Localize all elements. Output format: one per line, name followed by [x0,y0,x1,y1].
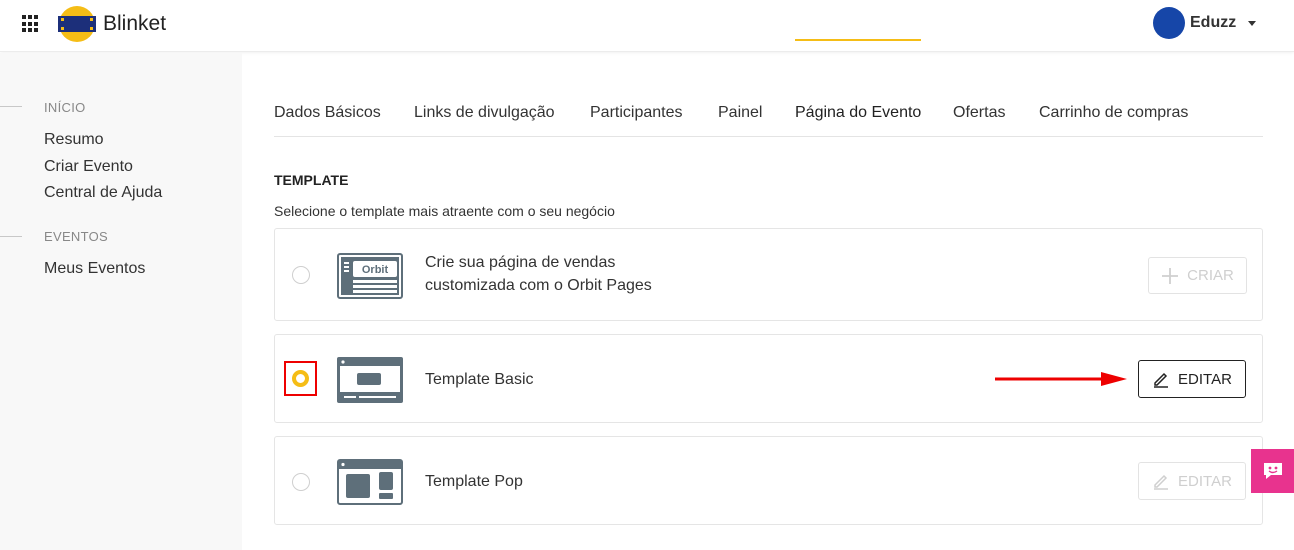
user-name: Eduzz [1190,14,1237,31]
template-orbit-line1: Crie sua página de vendas [425,254,616,271]
template-pop-icon [337,459,403,505]
orbit-thumb-label: Orbit [362,264,389,276]
editar-button-basic-label: EDITAR [1178,370,1232,388]
tab-pagina-do-evento[interactable]: Página do Evento [795,104,921,122]
sidebar-divider [0,236,22,237]
user-menu[interactable]: Eduzz [1153,7,1257,39]
radio-selected-indicator [292,370,309,387]
avatar[interactable] [1153,7,1185,39]
sidebar-heading-eventos: EVENTOS [44,229,108,244]
section-subtitle: Selecione o template mais atraente com o… [274,203,615,219]
annotation-arrow-icon [995,372,1127,386]
template-radio-basic-selected[interactable] [284,361,317,396]
sidebar-divider [0,106,22,107]
sidebar-heading-inicio: INÍCIO [44,100,86,115]
sidebar-item-resumo[interactable]: Resumo [44,131,104,149]
active-tab-indicator [795,39,921,41]
template-basic-icon [337,357,403,403]
apps-grid-icon[interactable] [22,15,40,33]
template-pop-label: Template Pop [425,473,523,490]
editar-button-basic[interactable]: EDITAR [1138,360,1246,398]
tab-carrinho-de-compras[interactable]: Carrinho de compras [1039,104,1188,122]
template-orbit-line2: customizada com o Orbit Pages [425,277,652,294]
brand-name[interactable]: Blinket [103,12,166,36]
sidebar-item-criar-evento[interactable]: Criar Evento [44,158,133,176]
chat-face-icon [1263,463,1282,479]
chevron-down-icon[interactable] [1248,20,1257,26]
top-header: Blinket Eduzz [0,0,1294,52]
editar-button-pop-label: EDITAR [1178,472,1232,490]
template-orbit-description: Crie sua página de vendas customizada co… [425,251,652,297]
template-radio-pop[interactable] [292,473,310,491]
template-radio-orbit[interactable] [292,266,310,284]
criar-button[interactable]: CRIAR [1148,257,1247,294]
blinket-logo-icon [58,6,96,42]
tab-painel[interactable]: Painel [718,104,762,122]
section-title: TEMPLATE [274,172,349,188]
criar-button-label: CRIAR [1187,267,1234,284]
sidebar: INÍCIO Resumo Criar Evento Central de Aj… [0,53,242,550]
pencil-icon [1152,472,1170,490]
tab-participantes[interactable]: Participantes [590,104,683,122]
template-card-orbit: Orbit Crie sua página de vendas customiz… [274,228,1263,321]
plus-icon [1161,267,1179,285]
sidebar-item-central-de-ajuda[interactable]: Central de Ajuda [44,184,162,202]
tab-dados-basicos[interactable]: Dados Básicos [274,104,381,122]
tab-links-de-divulgacao[interactable]: Links de divulgação [414,104,555,122]
event-tabs: Dados Básicos Links de divulgação Partic… [274,96,1263,137]
sidebar-item-meus-eventos[interactable]: Meus Eventos [44,260,145,278]
pencil-icon [1152,370,1170,388]
orbit-pages-icon: Orbit [337,253,403,299]
template-basic-label: Template Basic [425,371,534,388]
editar-button-pop[interactable]: EDITAR [1138,462,1246,500]
chat-widget-button[interactable] [1251,449,1294,493]
template-card-pop: Template Pop EDITAR [274,436,1263,525]
tab-ofertas[interactable]: Ofertas [953,104,1005,122]
